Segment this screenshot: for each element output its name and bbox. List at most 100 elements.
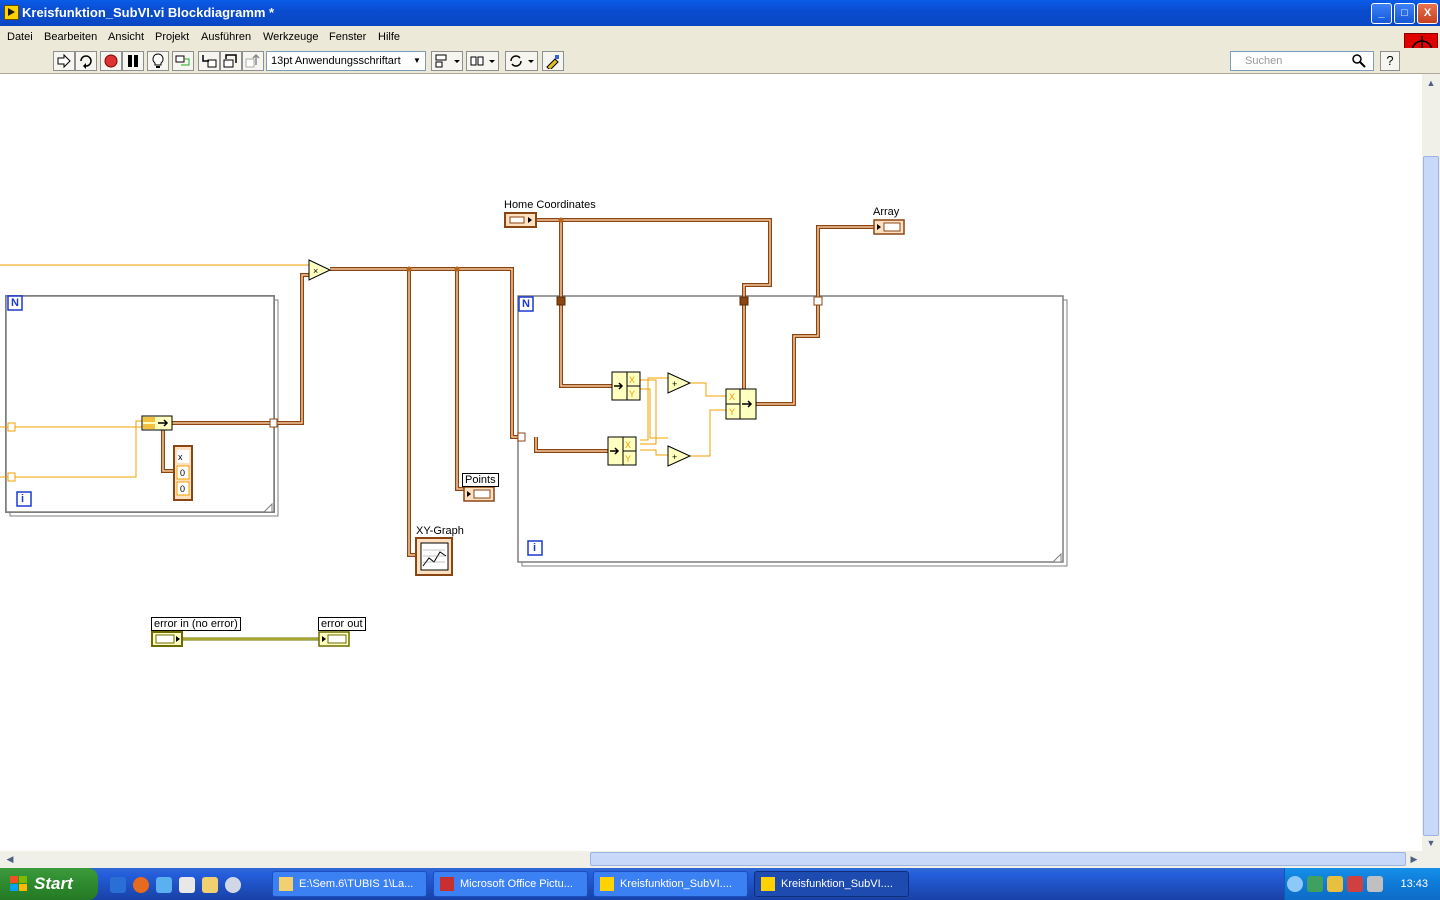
error-in-terminal[interactable] bbox=[151, 631, 183, 647]
task-explorer-label: E:\Sem.6\TUBIS 1\La... bbox=[299, 878, 414, 890]
clock: 13:43 bbox=[1400, 878, 1428, 890]
menu-bar: Datei Bearbeiten Ansicht Projekt Ausführ… bbox=[0, 26, 1440, 48]
network-icon[interactable] bbox=[1307, 876, 1323, 892]
start-label: Start bbox=[34, 874, 73, 893]
browser-icon[interactable] bbox=[156, 877, 172, 893]
step-over-icon[interactable] bbox=[220, 51, 242, 71]
home-coordinates-label: Home Coordinates bbox=[504, 199, 596, 211]
menu-datei[interactable]: Datei bbox=[7, 31, 33, 43]
system-tray: 13:43 bbox=[1284, 868, 1440, 900]
settings-icon[interactable] bbox=[1327, 876, 1343, 892]
taskbar: Start E:\Sem.6\TUBIS 1\La... Microsoft O… bbox=[0, 868, 1440, 900]
svg-text:X: X bbox=[729, 392, 735, 402]
menu-fenster[interactable]: Fenster bbox=[329, 31, 366, 43]
task-explorer[interactable]: E:\Sem.6\TUBIS 1\La... bbox=[272, 871, 427, 897]
reorder-icon[interactable] bbox=[505, 51, 538, 71]
clean-up-diagram-icon[interactable] bbox=[542, 51, 564, 71]
tray-expand-icon[interactable] bbox=[1287, 876, 1303, 892]
step-into-icon[interactable] bbox=[198, 51, 220, 71]
array-terminal[interactable] bbox=[873, 219, 905, 235]
task-picture-manager-label: Microsoft Office Pictu... bbox=[460, 878, 573, 890]
menu-bearbeiten[interactable]: Bearbeiten bbox=[44, 31, 97, 43]
loop-index-label-right: i bbox=[533, 542, 537, 554]
svg-text:X: X bbox=[629, 375, 635, 385]
bundle-node[interactable]: X Y bbox=[725, 388, 757, 420]
task-picture-manager[interactable]: Microsoft Office Pictu... bbox=[433, 871, 588, 897]
loop-count-label-right: N bbox=[522, 298, 530, 310]
labview-app-icon[interactable] bbox=[4, 5, 19, 20]
printer-icon[interactable] bbox=[179, 877, 195, 893]
minimize-button[interactable]: _ bbox=[1371, 3, 1392, 24]
points-terminal[interactable] bbox=[463, 486, 495, 502]
menu-hilfe[interactable]: Hilfe bbox=[378, 31, 400, 43]
task-labview-front-panel[interactable]: Kreisfunktion_SubVI.... bbox=[593, 871, 748, 897]
menu-werkzeuge[interactable]: Werkzeuge bbox=[263, 31, 318, 43]
unbundle-node-2[interactable]: X Y bbox=[607, 436, 637, 466]
media-player-icon[interactable] bbox=[225, 877, 241, 893]
retain-wire-values-icon[interactable] bbox=[172, 51, 194, 71]
help-button[interactable]: ? bbox=[1380, 51, 1400, 71]
menu-ansicht[interactable]: Ansicht bbox=[108, 31, 144, 43]
title-bar: Kreisfunktion_SubVI.vi Blockdiagramm * _… bbox=[0, 0, 1440, 26]
menu-ausfuehren[interactable]: Ausführen bbox=[201, 31, 251, 43]
for-loop-left[interactable] bbox=[5, 295, 279, 517]
firefox-icon[interactable] bbox=[133, 877, 149, 893]
align-objects-icon[interactable] bbox=[431, 51, 463, 71]
search-icon[interactable] bbox=[1352, 54, 1366, 71]
multiply-symbol: × bbox=[313, 266, 318, 276]
unbundle-node-1[interactable]: X Y bbox=[611, 371, 641, 401]
run-continuously-icon[interactable] bbox=[75, 51, 97, 71]
home-coordinates-terminal[interactable] bbox=[504, 212, 537, 228]
picture-manager-icon bbox=[440, 877, 454, 891]
folder-icon[interactable] bbox=[202, 877, 218, 893]
horizontal-scrollbar[interactable]: ◀ ▶ bbox=[0, 851, 1440, 868]
start-button[interactable]: Start bbox=[0, 868, 98, 900]
array-label: Array bbox=[873, 206, 900, 218]
toolbar: 13pt Anwendungsschriftart ▼ Suchen ? bbox=[0, 48, 1440, 74]
error-in-label: error in (no error) bbox=[151, 617, 241, 631]
xy-graph-terminal[interactable] bbox=[415, 537, 453, 576]
chevron-down-icon: ▼ bbox=[413, 56, 421, 65]
svg-text:Y: Y bbox=[729, 407, 735, 417]
font-selector[interactable]: 13pt Anwendungsschriftart ▼ bbox=[266, 51, 426, 71]
svg-text:0: 0 bbox=[180, 468, 185, 478]
scroll-down-arrow-icon[interactable]: ▼ bbox=[1423, 836, 1439, 851]
volume-icon[interactable] bbox=[1367, 876, 1383, 892]
block-diagram-canvas[interactable]: × + + X Y X Y X Y x 0 0 N i N i Home Coo… bbox=[0, 74, 1422, 851]
folder-icon bbox=[279, 877, 293, 891]
task-labview-front-panel-label: Kreisfunktion_SubVI.... bbox=[620, 878, 732, 890]
svg-text:+: + bbox=[672, 379, 677, 389]
highlight-execution-icon[interactable] bbox=[147, 51, 169, 71]
close-button[interactable]: X bbox=[1417, 3, 1438, 24]
multiply-node[interactable]: × bbox=[308, 259, 332, 281]
vertical-scrollbar[interactable]: ▲ ▼ bbox=[1422, 74, 1440, 851]
menu-projekt[interactable]: Projekt bbox=[155, 31, 189, 43]
vertical-scroll-thumb[interactable] bbox=[1423, 156, 1439, 836]
svg-text:0: 0 bbox=[180, 484, 185, 494]
xy-graph-label: XY-Graph bbox=[416, 525, 464, 537]
window-title: Kreisfunktion_SubVI.vi Blockdiagramm * bbox=[22, 5, 275, 20]
svg-text:X: X bbox=[625, 440, 631, 450]
pause-icon[interactable] bbox=[122, 51, 144, 71]
scroll-up-arrow-icon[interactable]: ▲ bbox=[1423, 76, 1439, 91]
step-out-icon[interactable] bbox=[242, 51, 264, 71]
scroll-right-arrow-icon[interactable]: ▶ bbox=[1406, 852, 1422, 867]
abort-execution-icon[interactable] bbox=[100, 51, 122, 71]
security-icon[interactable] bbox=[1347, 876, 1363, 892]
svg-text:+: + bbox=[672, 452, 677, 462]
run-arrow-icon[interactable] bbox=[53, 51, 75, 71]
bundle-node-left[interactable] bbox=[141, 415, 173, 431]
svg-text:Y: Y bbox=[625, 454, 631, 464]
windows-flag-icon bbox=[10, 876, 28, 892]
task-labview-block-diagram-label: Kreisfunktion_SubVI.... bbox=[781, 878, 893, 890]
distribute-objects-icon[interactable] bbox=[466, 51, 499, 71]
error-out-terminal[interactable] bbox=[318, 631, 350, 647]
task-labview-block-diagram[interactable]: Kreisfunktion_SubVI.... bbox=[754, 871, 909, 897]
internet-explorer-icon[interactable] bbox=[110, 877, 126, 893]
loop-index-label-left: i bbox=[21, 493, 25, 505]
horizontal-scroll-thumb[interactable] bbox=[590, 852, 1406, 866]
maximize-button[interactable]: □ bbox=[1394, 3, 1415, 24]
svg-text:Y: Y bbox=[629, 389, 635, 399]
scroll-left-arrow-icon[interactable]: ◀ bbox=[2, 852, 18, 867]
cluster-constant[interactable]: x 0 0 bbox=[173, 445, 193, 501]
